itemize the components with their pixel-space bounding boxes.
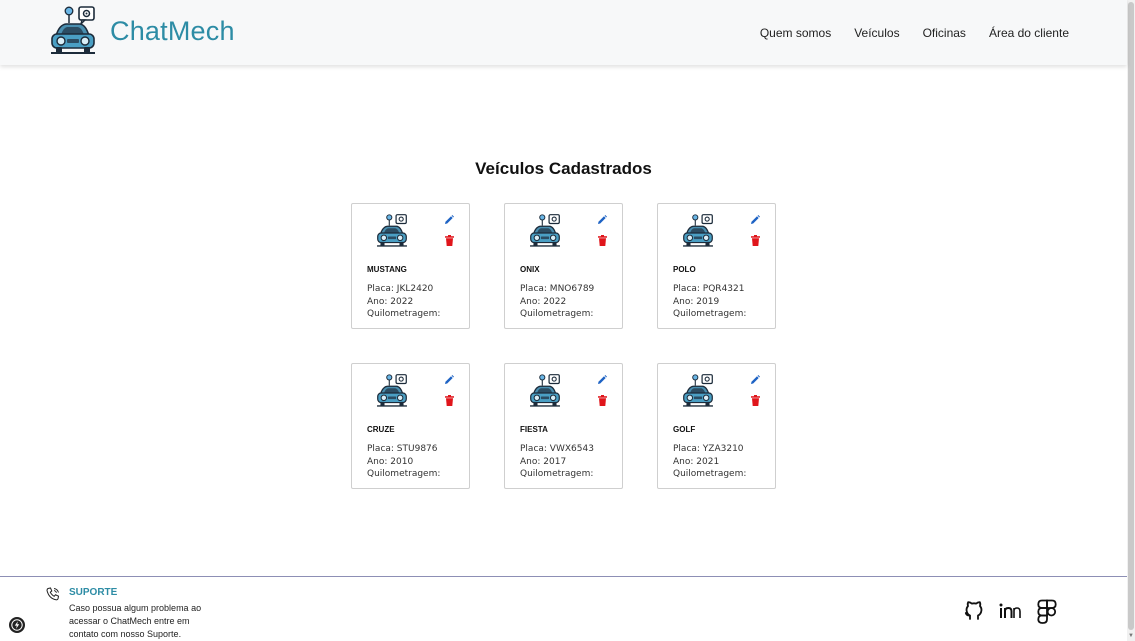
vehicle-grid: MUSTANG Placa: JKL2420 Ano: 2022 Quilome…	[351, 203, 776, 489]
car-icon	[377, 374, 407, 407]
vehicle-mileage: Quilometragem:	[367, 309, 441, 319]
vehicle-model: MUSTANG	[367, 265, 407, 274]
vehicle-mileage: Quilometragem:	[520, 309, 594, 319]
nav-link-oficinas[interactable]: Oficinas	[923, 26, 966, 40]
delete-trash-icon[interactable]	[445, 395, 454, 406]
vehicle-card-polo: POLO Placa: PQR4321 Ano: 2019 Quilometra…	[657, 203, 776, 329]
vehicle-info: Placa: STU9876 Ano: 2010 Quilometragem:	[367, 443, 440, 481]
nav-link-veiculos[interactable]: Veículos	[854, 26, 899, 40]
vehicle-plate: Placa: VWX6543	[520, 444, 594, 454]
vehicle-card-fiesta: FIESTA Placa: VWX6543 Ano: 2017 Quilomet…	[504, 363, 623, 489]
page-scrollbar[interactable]: ▼	[1127, 0, 1135, 641]
vehicle-info: Placa: PQR4321 Ano: 2019 Quilometragem:	[673, 283, 746, 321]
vehicle-year: Ano: 2022	[520, 296, 567, 307]
vehicle-info: Placa: VWX6543 Ano: 2017 Quilometragem:	[520, 443, 594, 481]
vehicle-year: Ano: 2017	[520, 456, 567, 467]
vehicle-card-onix: ONIX Placa: MNO6789 Ano: 2022 Quilometra…	[504, 203, 623, 329]
vehicle-mileage: Quilometragem:	[673, 469, 747, 479]
logo[interactable]: ChatMech	[50, 6, 235, 56]
vehicle-card-mustang: MUSTANG Placa: JKL2420 Ano: 2022 Quilome…	[351, 203, 470, 329]
edit-pencil-icon[interactable]	[750, 215, 760, 225]
footer: SUPORTE Caso possua algum problema ao ac…	[0, 576, 1127, 641]
brand-name: ChatMech	[110, 15, 235, 46]
vehicle-card-golf: GOLF Placa: YZA3210 Ano: 2021 Quilometra…	[657, 363, 776, 489]
vehicle-model: ONIX	[520, 265, 540, 274]
vehicle-mileage: Quilometragem:	[367, 469, 441, 479]
edit-pencil-icon[interactable]	[444, 215, 454, 225]
vehicle-year: Ano: 2010	[367, 456, 414, 467]
vehicle-plate: Placa: STU9876	[367, 444, 438, 454]
bolt-badge-icon[interactable]	[9, 617, 25, 633]
vehicle-year: Ano: 2022	[367, 296, 414, 307]
vehicle-model: POLO	[673, 265, 696, 274]
vehicle-model: GOLF	[673, 425, 696, 434]
delete-trash-icon[interactable]	[751, 395, 760, 406]
car-icon	[377, 214, 407, 247]
github-icon[interactable]	[963, 599, 985, 621]
vehicle-plate: Placa: PQR4321	[673, 284, 745, 294]
vehicle-plate: Placa: JKL2420	[367, 284, 434, 294]
nav-link-area-do-cliente[interactable]: Área do cliente	[989, 26, 1069, 40]
vehicle-info: Placa: MNO6789 Ano: 2022 Quilometragem:	[520, 283, 594, 321]
support-text: Caso possua algum problema ao acessar o …	[69, 603, 202, 639]
vehicle-year: Ano: 2021	[673, 456, 720, 467]
chatmech-logo-icon	[51, 6, 95, 54]
page-title: Veículos Cadastrados	[475, 159, 652, 178]
edit-pencil-icon[interactable]	[750, 375, 760, 385]
car-icon	[683, 374, 713, 407]
delete-trash-icon[interactable]	[445, 235, 454, 246]
delete-trash-icon[interactable]	[598, 395, 607, 406]
scrollbar-thumb[interactable]	[1128, 2, 1134, 630]
vehicle-mileage: Quilometragem:	[673, 309, 747, 319]
delete-trash-icon[interactable]	[751, 235, 760, 246]
vehicle-info: Placa: YZA3210 Ano: 2021 Quilometragem:	[673, 443, 746, 481]
main-nav: Quem somos Veículos Oficinas Área do cli…	[760, 26, 1069, 40]
vehicle-plate: Placa: MNO6789	[520, 284, 595, 294]
lightning-icon	[11, 619, 23, 631]
vehicle-model: CRUZE	[367, 425, 395, 434]
car-icon	[530, 374, 560, 407]
delete-trash-icon[interactable]	[598, 235, 607, 246]
phone-icon	[46, 587, 60, 601]
edit-pencil-icon[interactable]	[597, 215, 607, 225]
top-header: ChatMech Quem somos Veículos Oficinas Ár…	[0, 0, 1127, 65]
vehicle-year: Ano: 2019	[673, 296, 720, 307]
vehicle-plate: Placa: YZA3210	[673, 444, 744, 454]
vehicle-card-cruze: CRUZE Placa: STU9876 Ano: 2010 Quilometr…	[351, 363, 470, 489]
nav-link-quem-somos[interactable]: Quem somos	[760, 26, 831, 40]
car-icon	[530, 214, 560, 247]
vehicle-info: Placa: JKL2420 Ano: 2022 Quilometragem:	[367, 283, 440, 321]
figma-icon[interactable]	[1036, 599, 1058, 625]
scroll-down-arrow-icon[interactable]: ▼	[1128, 633, 1134, 639]
vehicle-mileage: Quilometragem:	[520, 469, 594, 479]
edit-pencil-icon[interactable]	[444, 375, 454, 385]
support-title: SUPORTE	[69, 587, 118, 598]
linkedin-icon[interactable]	[998, 599, 1022, 621]
edit-pencil-icon[interactable]	[597, 375, 607, 385]
vehicle-model: FIESTA	[520, 425, 548, 434]
car-icon	[683, 214, 713, 247]
